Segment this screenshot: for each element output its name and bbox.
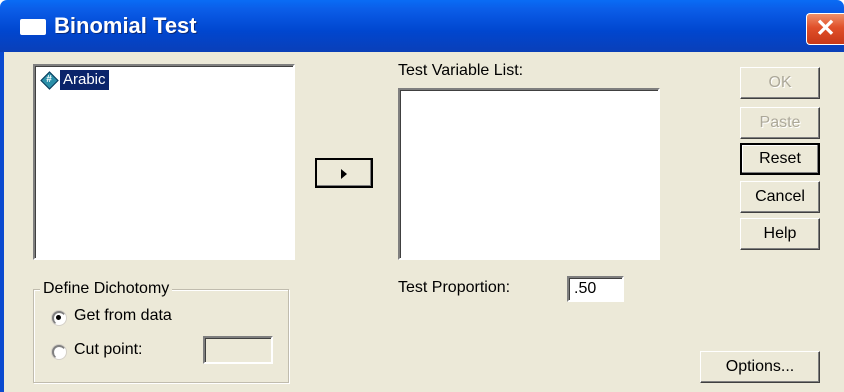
cut-point-label[interactable]: Cut point: <box>74 341 142 359</box>
radio-selected-dot <box>56 315 61 320</box>
ok-button[interactable]: OK <box>740 67 820 99</box>
get-from-data-radio[interactable] <box>52 311 66 325</box>
close-icon: ✕ <box>815 15 836 42</box>
variable-label: Arabic <box>60 70 109 90</box>
cut-point-input[interactable] <box>203 336 273 364</box>
test-variable-list[interactable] <box>398 88 660 260</box>
options-button[interactable]: Options... <box>700 351 820 383</box>
cut-point-radio[interactable] <box>52 345 66 359</box>
numeric-variable-icon: # <box>40 71 59 90</box>
move-variable-button[interactable] <box>315 158 373 188</box>
test-variable-list-label: Test Variable List: <box>398 62 524 79</box>
title-bar[interactable]: Binomial Test ✕ <box>0 0 844 52</box>
get-from-data-label[interactable]: Get from data <box>74 307 172 325</box>
test-proportion-input[interactable]: .50 <box>567 276 624 302</box>
test-proportion-label: Test Proportion: <box>398 279 511 296</box>
window-icon <box>20 19 46 35</box>
paste-button[interactable]: Paste <box>740 107 820 139</box>
variable-item-arabic[interactable]: # Arabic <box>40 70 109 90</box>
binomial-test-dialog: Binomial Test ✕ # Arabic Test Variable L… <box>0 0 844 392</box>
window-title: Binomial Test <box>54 13 197 38</box>
right-arrow-icon <box>341 169 347 179</box>
reset-button[interactable]: Reset <box>740 143 820 175</box>
define-dichotomy-legend: Define Dichotomy <box>40 279 173 299</box>
source-variable-list[interactable]: # Arabic <box>33 64 295 260</box>
close-button[interactable]: ✕ <box>806 13 844 45</box>
cancel-button[interactable]: Cancel <box>740 181 820 213</box>
help-button[interactable]: Help <box>740 218 820 250</box>
window-frame-left <box>0 52 4 392</box>
